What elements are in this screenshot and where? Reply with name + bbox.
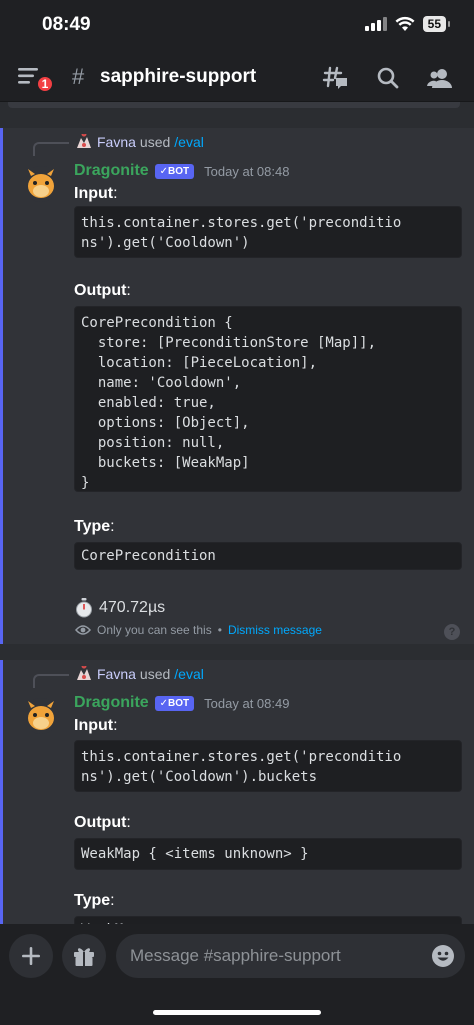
channel-hash-icon: # xyxy=(72,64,85,89)
output-label: Output: xyxy=(74,282,131,299)
gift-icon xyxy=(74,948,94,966)
timestamp: Today at 08:48 xyxy=(204,163,290,179)
members-icon[interactable] xyxy=(426,64,454,92)
execution-time-value: 470.72µs xyxy=(99,599,166,616)
input-code-block[interactable]: this.container.stores.get('preconditio n… xyxy=(74,740,462,792)
input-label: Input: xyxy=(74,717,118,734)
bot-avatar[interactable] xyxy=(23,166,59,202)
stopwatch-icon xyxy=(76,598,92,618)
author-name[interactable]: Dragonite xyxy=(74,694,149,712)
output-code-block[interactable]: WeakMap { <items unknown> } xyxy=(74,838,462,870)
timestamp: Today at 08:49 xyxy=(204,695,290,711)
reply-user[interactable]: Favna xyxy=(97,134,136,150)
interaction-reply[interactable]: Favna used /eval xyxy=(75,134,204,150)
status-icons: 55 xyxy=(364,16,451,32)
message[interactable]: Favna used /eval Dragonite ✓BOT Today at… xyxy=(0,128,474,644)
dismiss-message-link[interactable]: Dismiss message xyxy=(228,623,322,637)
battery-indicator: 55 xyxy=(422,16,451,32)
output-label-text: Output xyxy=(74,814,127,831)
message[interactable]: Favna used /eval Dragonite ✓BOT Today at… xyxy=(0,660,474,924)
gift-button[interactable] xyxy=(62,934,106,978)
output-code-block[interactable]: CorePrecondition { store: [PreconditionS… xyxy=(74,306,462,492)
plus-icon xyxy=(22,947,40,965)
menu-button[interactable]: 1 xyxy=(18,66,55,94)
previous-message-edge xyxy=(8,102,460,108)
channel-name[interactable]: sapphire-support xyxy=(100,66,256,88)
interaction-reply[interactable]: Favna used /eval xyxy=(75,666,204,682)
input-label: Input: xyxy=(74,185,118,202)
message-input[interactable] xyxy=(130,934,420,978)
unread-badge: 1 xyxy=(35,74,55,94)
message-input-wrapper[interactable] xyxy=(116,934,465,978)
type-label: Type: xyxy=(74,518,115,535)
wifi-icon xyxy=(395,16,415,31)
execution-time: 470.72µs xyxy=(75,598,165,618)
eye-icon xyxy=(75,625,91,635)
output-label-text: Output xyxy=(74,282,127,299)
status-time: 08:49 xyxy=(42,14,91,35)
bot-tag: ✓BOT xyxy=(154,695,195,711)
add-attachment-button[interactable] xyxy=(9,934,53,978)
ephemeral-text: Only you can see this xyxy=(97,623,212,637)
input-label-text: Input xyxy=(74,185,114,202)
home-indicator xyxy=(153,1010,321,1015)
input-label-text: Input xyxy=(74,717,114,734)
type-label: Type: xyxy=(74,892,115,909)
emoji-icon[interactable] xyxy=(431,944,455,968)
message-header: Dragonite ✓BOT Today at 08:49 xyxy=(74,694,289,712)
threads-icon[interactable] xyxy=(322,64,350,92)
reply-used-text: used xyxy=(139,666,171,682)
reply-command[interactable]: /eval xyxy=(174,666,204,682)
search-icon[interactable] xyxy=(374,64,402,92)
type-code-block[interactable]: WeakMap xyxy=(74,916,462,924)
reply-connector xyxy=(33,674,69,688)
output-label: Output: xyxy=(74,814,131,831)
reply-used-text: used xyxy=(139,134,171,150)
bot-avatar[interactable] xyxy=(23,698,59,734)
channel-header: 1 # sapphire-support xyxy=(0,52,474,102)
reply-user[interactable]: Favna xyxy=(97,666,136,682)
type-code-block[interactable]: CorePrecondition xyxy=(74,542,462,570)
user-avatar-mini-icon xyxy=(77,134,91,148)
separator-dot: • xyxy=(217,623,222,637)
message-list[interactable]: Favna used /eval Dragonite ✓BOT Today at… xyxy=(0,102,474,924)
reply-command[interactable]: /eval xyxy=(174,134,204,150)
cellular-signal-icon xyxy=(364,17,387,31)
status-bar: 08:49 55 xyxy=(0,0,474,52)
input-code-block[interactable]: this.container.stores.get('preconditio n… xyxy=(74,206,462,258)
message-header: Dragonite ✓BOT Today at 08:48 xyxy=(74,162,289,180)
bot-tag: ✓BOT xyxy=(154,163,195,179)
type-label-text: Type xyxy=(74,518,111,535)
user-avatar-mini-icon xyxy=(77,666,91,680)
author-name[interactable]: Dragonite xyxy=(74,162,149,180)
ephemeral-notice: Only you can see this • Dismiss message xyxy=(75,623,322,637)
type-label-text: Type xyxy=(74,892,111,909)
help-icon[interactable]: ? xyxy=(444,624,460,640)
reply-connector xyxy=(33,142,69,156)
